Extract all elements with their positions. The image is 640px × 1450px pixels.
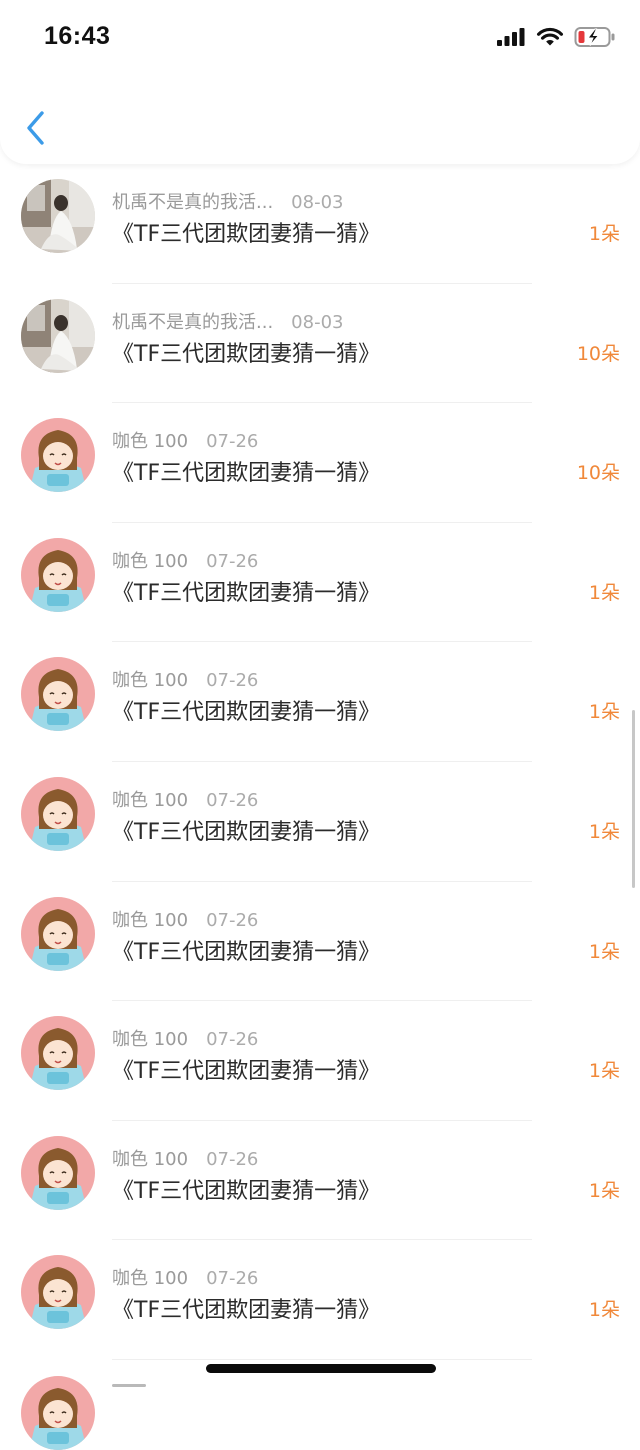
- user-name[interactable]: 咖色 100: [112, 431, 188, 452]
- meta-line: 机禹不是真的我活... 08-03: [112, 308, 343, 334]
- article-title[interactable]: 《TF三代团欺团妻猜一猜》: [112, 1173, 380, 1205]
- user-name[interactable]: 咖色 100: [112, 910, 188, 931]
- article-title[interactable]: 《TF三代团欺团妻猜一猜》: [112, 694, 380, 726]
- avatar[interactable]: [21, 418, 95, 493]
- date: 07-26: [206, 789, 259, 811]
- date: 08-03: [291, 311, 344, 333]
- article-title[interactable]: 《TF三代团欺团妻猜一猜》: [112, 216, 380, 248]
- meta-line: 咖色 100 07-26: [112, 1264, 258, 1290]
- back-button[interactable]: [18, 108, 54, 148]
- meta-line: 咖色 100 07-26: [112, 1025, 258, 1051]
- list-item[interactable]: 咖色 100 07-26 《TF三代团欺团妻猜一猜》 1朵: [0, 1240, 640, 1360]
- user-name[interactable]: 咖色 100: [112, 551, 188, 572]
- meta-line: 机禹不是真的我活... 08-03: [112, 188, 343, 214]
- list-item[interactable]: 咖色 100 07-26 《TF三代团欺团妻猜一猜》 10朵: [0, 403, 640, 523]
- avatar[interactable]: [21, 537, 95, 612]
- flower-count: 1朵: [588, 940, 620, 963]
- scrollbar[interactable]: [632, 710, 635, 888]
- list-item[interactable]: 咖色 100 07-26 《TF三代团欺团妻猜一猜》 1朵: [0, 642, 640, 762]
- flower-count: 1朵: [588, 1060, 620, 1083]
- user-name[interactable]: 咖色 100: [112, 790, 188, 811]
- top-bar: 16:43: [0, 0, 640, 164]
- date: 07-26: [206, 550, 259, 572]
- date: 07-26: [206, 1268, 259, 1290]
- date: 07-26: [206, 1029, 259, 1051]
- signal-icon: [497, 28, 525, 46]
- date: 08-03: [291, 192, 344, 213]
- meta-line: 咖色 100 07-26: [112, 666, 258, 692]
- avatar[interactable]: [21, 1255, 95, 1330]
- article-title[interactable]: 《TF三代团欺团妻猜一猜》: [112, 455, 380, 487]
- meta-line: 咖色 100 07-26: [112, 786, 258, 812]
- user-name[interactable]: 咖色 100: [112, 1149, 188, 1170]
- status-time: 16:43: [44, 22, 111, 50]
- article-title[interactable]: 《TF三代团欺团妻猜一猜》: [112, 1292, 380, 1324]
- user-name[interactable]: 咖色 100: [112, 1029, 188, 1050]
- partial-row-text: [112, 1381, 152, 1388]
- gift-record-list: 机禹不是真的我活... 08-03 《TF三代团欺团妻猜一猜》 1朵 机禹不是真的…: [0, 164, 640, 1360]
- date: 07-26: [206, 909, 259, 931]
- flower-count: 1朵: [588, 701, 620, 724]
- divider: [112, 1358, 532, 1360]
- user-name[interactable]: 咖色 100: [112, 670, 188, 691]
- meta-line: 咖色 100 07-26: [112, 427, 258, 453]
- user-name[interactable]: 机禹不是真的我活...: [112, 312, 273, 333]
- user-name[interactable]: 咖色 100: [112, 1268, 188, 1289]
- avatar[interactable]: [21, 1135, 95, 1210]
- flower-count: 1朵: [588, 223, 620, 245]
- article-title[interactable]: 《TF三代团欺团妻猜一猜》: [112, 814, 380, 846]
- flower-count: 1朵: [588, 820, 620, 843]
- avatar[interactable]: [21, 298, 95, 373]
- article-title[interactable]: 《TF三代团欺团妻猜一猜》: [112, 575, 380, 607]
- avatar[interactable]: [21, 657, 95, 732]
- date: 07-26: [206, 670, 259, 692]
- meta-line: 咖色 100 07-26: [112, 906, 258, 932]
- article-title[interactable]: 《TF三代团欺团妻猜一猜》: [112, 1053, 380, 1085]
- user-name[interactable]: 机禹不是真的我活...: [112, 192, 273, 213]
- avatar[interactable]: [21, 1376, 95, 1450]
- flower-count: 1朵: [588, 1179, 620, 1202]
- article-title[interactable]: 《TF三代团欺团妻猜一猜》: [112, 336, 380, 368]
- chevron-left-icon: [27, 111, 44, 145]
- list-item[interactable]: 咖色 100 07-26 《TF三代团欺团妻猜一猜》 1朵: [0, 1121, 640, 1241]
- battery-charging-icon: [574, 27, 615, 47]
- flower-count: 1朵: [588, 581, 620, 604]
- avatar[interactable]: [21, 776, 95, 851]
- meta-line: 咖色 100 07-26: [112, 1145, 258, 1171]
- flower-count: 10朵: [576, 342, 620, 365]
- flower-count: 10朵: [576, 462, 620, 485]
- list-item[interactable]: 机禹不是真的我活... 08-03 《TF三代团欺团妻猜一猜》 1朵: [0, 164, 640, 284]
- avatar[interactable]: [21, 896, 95, 971]
- article-title[interactable]: 《TF三代团欺团妻猜一猜》: [112, 934, 380, 966]
- list-item[interactable]: 机禹不是真的我活... 08-03 《TF三代团欺团妻猜一猜》 10朵: [0, 284, 640, 404]
- avatar[interactable]: [21, 1016, 95, 1091]
- list-item[interactable]: 咖色 100 07-26 《TF三代团欺团妻猜一猜》 1朵: [0, 523, 640, 643]
- list-item[interactable]: 咖色 100 07-26 《TF三代团欺团妻猜一猜》 1朵: [0, 762, 640, 882]
- list-item[interactable]: 咖色 100 07-26 《TF三代团欺团妻猜一猜》 1朵: [0, 882, 640, 1002]
- wifi-icon: [537, 27, 563, 46]
- date: 07-26: [206, 431, 259, 453]
- meta-line: 咖色 100 07-26: [112, 547, 258, 573]
- home-indicator[interactable]: [206, 1364, 436, 1373]
- flower-count: 1朵: [588, 1299, 620, 1322]
- status-icons: [496, 26, 616, 48]
- avatar[interactable]: [21, 179, 95, 253]
- list-item[interactable]: 咖色 100 07-26 《TF三代团欺团妻猜一猜》 1朵: [0, 1001, 640, 1121]
- date: 07-26: [206, 1148, 259, 1170]
